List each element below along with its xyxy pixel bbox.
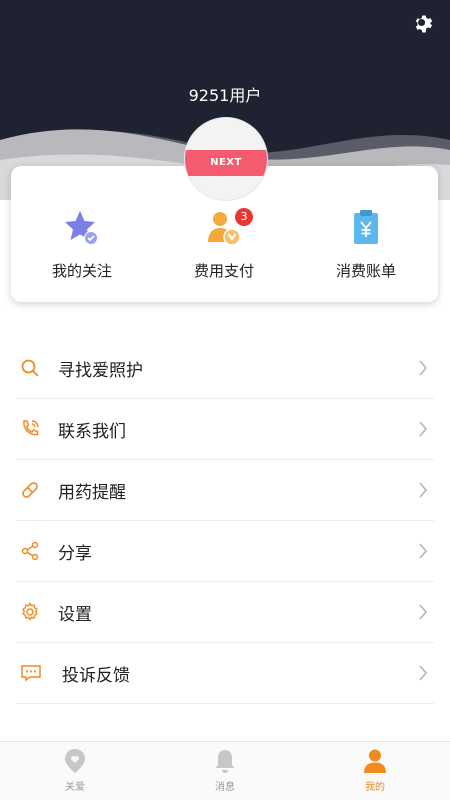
settings-menu-list: 寻找爱照护 联系我们 用药提醒 分享 设置 投诉反馈 (16, 338, 434, 704)
tab-care[interactable]: 关爱 (0, 742, 150, 800)
menu-item-share[interactable]: 分享 (16, 521, 434, 582)
avatar-logo-text: NEXT (185, 150, 267, 176)
settings-button[interactable] (412, 12, 436, 36)
chevron-right-icon (419, 543, 428, 559)
phone-icon (23, 420, 39, 436)
feedback-icon (21, 665, 41, 682)
menu-item-find-care[interactable]: 寻找爱照护 (16, 338, 434, 399)
menu-item-label: 寻找爱照护 (58, 361, 143, 381)
pill-icon (22, 482, 38, 498)
chevron-right-icon (419, 482, 428, 498)
bottom-tab-bar: 关爱 消息 我的 (0, 741, 450, 800)
menu-item-label: 投诉反馈 (62, 666, 130, 686)
quick-action-label: 我的关注 (51, 262, 112, 280)
tab-messages[interactable]: 消息 (150, 742, 300, 800)
search-icon (21, 359, 39, 377)
quick-action-label: 消费账单 (335, 262, 396, 280)
quick-action-bills[interactable]: 消费账单 (295, 166, 437, 302)
user-icon (364, 749, 386, 773)
share-icon (21, 541, 39, 561)
tab-label: 我的 (365, 782, 385, 793)
bell-icon (215, 750, 235, 773)
avatar[interactable]: NEXT (184, 117, 268, 201)
menu-item-label: 联系我们 (58, 422, 126, 442)
location-heart-icon (65, 749, 85, 773)
tab-label: 消息 (215, 782, 235, 793)
menu-item-contact-us[interactable]: 联系我们 (16, 399, 434, 460)
username-label: 9251用户 (188, 86, 262, 105)
menu-item-label: 设置 (58, 605, 92, 625)
gear-icon (22, 602, 38, 621)
menu-item-label: 分享 (58, 544, 92, 564)
gear-icon (415, 15, 433, 33)
quick-action-favorites[interactable]: 我的关注 (11, 166, 153, 302)
chevron-right-icon (419, 360, 428, 376)
menu-item-label: 用药提醒 (58, 483, 126, 503)
chevron-right-icon (419, 604, 428, 620)
menu-item-feedback[interactable]: 投诉反馈 (16, 643, 434, 704)
quick-action-label: 费用支付 (193, 262, 254, 280)
chevron-right-icon (419, 421, 428, 437)
tab-label: 关爱 (65, 782, 85, 793)
star-check-icon (65, 211, 98, 245)
payment-count-badge: 3 (235, 208, 253, 226)
bill-yuan-icon (354, 210, 378, 244)
menu-item-settings[interactable]: 设置 (16, 582, 434, 643)
tab-mine[interactable]: 我的 (300, 742, 450, 800)
chevron-right-icon (419, 665, 428, 681)
menu-item-medication-reminder[interactable]: 用药提醒 (16, 460, 434, 521)
